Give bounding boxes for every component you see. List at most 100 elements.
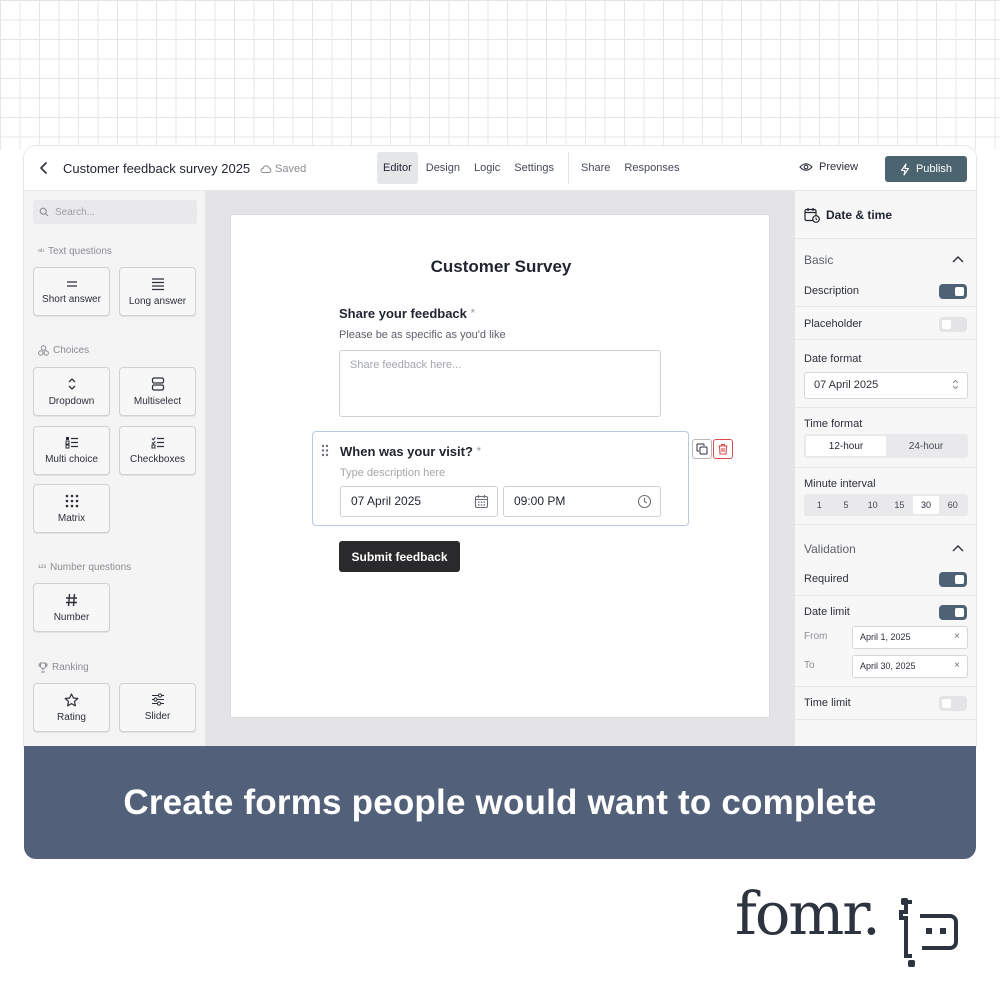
multi-choice-item[interactable]: Multi choice bbox=[33, 426, 110, 475]
search-input[interactable]: Search... bbox=[33, 200, 197, 224]
drag-handle-icon[interactable] bbox=[321, 444, 329, 457]
time-limit-toggle[interactable] bbox=[939, 696, 967, 711]
copy-icon bbox=[696, 443, 708, 455]
long-answer-item[interactable]: Long answer bbox=[119, 267, 196, 316]
minute-option-10[interactable]: 10 bbox=[859, 496, 886, 514]
feedback-textarea[interactable]: Share feedback here... bbox=[339, 350, 661, 417]
panel-title: Date & time bbox=[826, 207, 893, 222]
form-title[interactable]: Customer feedback survey 2025 bbox=[63, 161, 250, 176]
time-format-24-hour[interactable]: 24-hour bbox=[886, 436, 966, 456]
minute-interval-selector: 1 5 10 15 30 60 bbox=[804, 494, 968, 516]
tab-responses[interactable]: Responses bbox=[618, 152, 685, 184]
choices-icon bbox=[38, 345, 49, 356]
time-format-12-hour[interactable]: 12-hour bbox=[806, 436, 886, 456]
search-icon bbox=[39, 207, 49, 217]
tab-design[interactable]: Design bbox=[420, 152, 466, 184]
date-time-question[interactable]: When was your visit? * Type description … bbox=[312, 431, 689, 526]
minute-option-5[interactable]: 5 bbox=[833, 496, 860, 514]
question-label[interactable]: When was your visit? * bbox=[340, 444, 481, 459]
divider bbox=[795, 686, 976, 687]
number-item[interactable]: Number bbox=[33, 583, 110, 632]
time-format-toggle: 12-hour 24-hour bbox=[804, 434, 968, 458]
chevron-up-icon[interactable] bbox=[952, 544, 964, 552]
divider bbox=[795, 339, 976, 340]
tab-divider bbox=[568, 152, 570, 184]
basic-section-header[interactable]: Basic bbox=[804, 253, 833, 267]
eye-icon bbox=[799, 163, 813, 171]
delete-button[interactable] bbox=[713, 439, 733, 459]
saved-label: Saved bbox=[275, 163, 307, 175]
date-limit-label: Date limit bbox=[804, 606, 850, 618]
section-choices: Choices bbox=[38, 345, 89, 356]
required-mark: * bbox=[470, 306, 476, 320]
from-label: From bbox=[804, 631, 828, 642]
clear-icon[interactable]: × bbox=[954, 660, 960, 671]
chevron-up-icon[interactable] bbox=[952, 255, 964, 263]
panel-header: Date & time bbox=[795, 191, 976, 239]
date-format-value: 07 April 2025 bbox=[814, 379, 879, 391]
minute-option-15[interactable]: 15 bbox=[886, 496, 913, 514]
section-label: Text questions bbox=[48, 246, 112, 257]
question-label[interactable]: Share your feedback * bbox=[339, 306, 475, 321]
submit-button[interactable]: Submit feedback bbox=[339, 541, 460, 572]
item-label: Checkboxes bbox=[129, 454, 186, 465]
long-answer-icon bbox=[151, 277, 164, 290]
item-label: Matrix bbox=[57, 512, 86, 524]
tab-editor[interactable]: Editor bbox=[377, 152, 418, 184]
from-date-input[interactable]: April 1, 2025 × bbox=[852, 626, 968, 649]
hash-icon bbox=[66, 593, 77, 606]
divider bbox=[795, 719, 976, 720]
tab-logic[interactable]: Logic bbox=[468, 152, 506, 184]
checkboxes-item[interactable]: Checkboxes bbox=[119, 426, 196, 475]
sliders-icon bbox=[151, 693, 164, 706]
preview-button[interactable]: Preview bbox=[799, 161, 858, 173]
to-date-input[interactable]: April 30, 2025 × bbox=[852, 655, 968, 678]
section-label: Number questions bbox=[50, 562, 132, 573]
trash-icon bbox=[718, 443, 728, 455]
date-format-select[interactable]: 07 April 2025 bbox=[804, 372, 968, 399]
validation-section-header[interactable]: Validation bbox=[804, 542, 856, 556]
question-description[interactable]: Please be as specific as you'd like bbox=[339, 329, 506, 341]
number-type-icon: ¹²³ bbox=[38, 563, 46, 572]
section-label: Ranking bbox=[52, 662, 89, 673]
banner-headline: Create forms people would want to comple… bbox=[123, 782, 877, 822]
short-answer-item[interactable]: Short answer bbox=[33, 267, 110, 316]
publish-button[interactable]: Publish bbox=[885, 156, 967, 182]
placeholder-toggle[interactable] bbox=[939, 317, 967, 332]
dropdown-item[interactable]: Dropdown bbox=[33, 367, 110, 416]
duplicate-button[interactable] bbox=[692, 439, 712, 459]
description-input[interactable]: Type description here bbox=[340, 467, 445, 479]
section-number-questions: ¹²³ Number questions bbox=[38, 562, 131, 573]
minute-option-1[interactable]: 1 bbox=[806, 496, 833, 514]
date-limit-toggle[interactable] bbox=[939, 605, 967, 620]
grid-fade bbox=[0, 0, 1000, 150]
survey-title[interactable]: Customer Survey bbox=[231, 257, 771, 277]
logo-wordmark: fomr. bbox=[735, 879, 881, 948]
tab-share[interactable]: Share bbox=[575, 152, 616, 184]
minute-option-60[interactable]: 60 bbox=[939, 496, 966, 514]
date-input[interactable]: 07 April 2025 bbox=[340, 486, 498, 517]
item-label: Multiselect bbox=[133, 395, 182, 407]
matrix-item[interactable]: Matrix bbox=[33, 484, 110, 533]
tab-settings[interactable]: Settings bbox=[508, 152, 560, 184]
question-text: When was your visit? bbox=[340, 444, 473, 459]
search-placeholder: Search... bbox=[55, 206, 96, 218]
multiselect-item[interactable]: Multiselect bbox=[119, 367, 196, 416]
slider-item[interactable]: Slider bbox=[119, 683, 196, 732]
required-toggle[interactable] bbox=[939, 572, 967, 587]
chevron-up-down-icon bbox=[952, 379, 959, 390]
properties-panel: Date & time Basic Description Placeholde… bbox=[794, 191, 976, 746]
back-arrow-icon[interactable] bbox=[36, 160, 52, 176]
form-canvas: Customer Survey Share your feedback * Pl… bbox=[206, 191, 794, 746]
description-toggle[interactable] bbox=[939, 284, 967, 299]
rating-item[interactable]: Rating bbox=[33, 683, 110, 732]
minute-option-30[interactable]: 30 bbox=[912, 496, 940, 514]
time-input[interactable]: 09:00 PM bbox=[503, 486, 661, 517]
date-value: 07 April 2025 bbox=[351, 494, 422, 508]
time-value: 09:00 PM bbox=[514, 494, 566, 508]
item-label: Short answer bbox=[42, 293, 101, 305]
question-actions bbox=[692, 439, 733, 459]
date-format-label: Date format bbox=[804, 353, 862, 365]
section-text-questions: ᵃᵇ Text questions bbox=[38, 246, 112, 257]
clear-icon[interactable]: × bbox=[954, 631, 960, 642]
